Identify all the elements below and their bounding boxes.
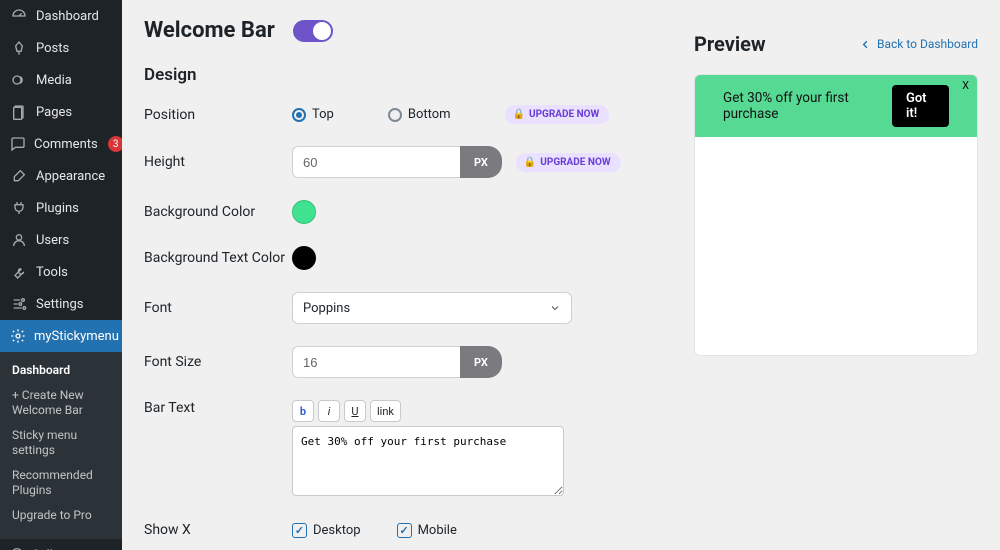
- pin-icon: [10, 39, 28, 57]
- sidebar-item-label: Users: [36, 233, 69, 248]
- height-unit: PX: [460, 146, 502, 178]
- main-content: Welcome Bar Design Position Top Bottom 🔒…: [122, 0, 1000, 550]
- showx-label: Show X: [144, 522, 292, 538]
- sidebar-item-label: Plugins: [36, 201, 79, 216]
- bg-color-swatch[interactable]: [292, 200, 316, 224]
- bar-text-label: Bar Text: [144, 400, 292, 416]
- sidebar-item-label: Tools: [36, 265, 68, 280]
- plug-icon: [10, 199, 28, 217]
- wrench-icon: [10, 263, 28, 281]
- sidebar-item-label: Appearance: [36, 169, 105, 184]
- bold-button[interactable]: b: [292, 400, 314, 422]
- chevron-left-icon: [860, 39, 871, 50]
- sidebar-item-dashboard[interactable]: Dashboard: [0, 0, 122, 32]
- preview-cta-button[interactable]: Got it!: [892, 85, 949, 127]
- upgrade-pill-height[interactable]: 🔒UPGRADE NOW: [516, 153, 621, 172]
- comments-count-badge: 3: [108, 136, 122, 152]
- font-size-unit: PX: [460, 346, 502, 378]
- bar-text-input[interactable]: [292, 426, 564, 496]
- gear-icon: [10, 327, 26, 345]
- font-select[interactable]: Poppins: [292, 292, 572, 324]
- back-to-dashboard-link[interactable]: Back to Dashboard: [860, 37, 978, 51]
- italic-button[interactable]: i: [318, 400, 340, 422]
- sidebar-item-comments[interactable]: Comments 3: [0, 128, 122, 160]
- sidebar-item-plugins[interactable]: Plugins: [0, 192, 122, 224]
- welcome-bar-toggle[interactable]: [293, 20, 333, 42]
- submenu-recommended[interactable]: Recommended Plugins: [0, 463, 122, 503]
- sidebar-item-label: myStickymenu: [34, 329, 119, 344]
- underline-button[interactable]: U: [344, 400, 366, 422]
- submenu-create-new[interactable]: + Create New Welcome Bar: [0, 383, 122, 423]
- font-size-label: Font Size: [144, 354, 292, 370]
- sidebar-item-appearance[interactable]: Appearance: [0, 160, 122, 192]
- sidebar-item-label: Dashboard: [36, 9, 99, 24]
- sidebar-item-mystickymenu[interactable]: myStickymenu: [0, 320, 122, 352]
- sidebar-item-posts[interactable]: Posts: [0, 32, 122, 64]
- bg-text-color-label: Background Text Color: [144, 250, 292, 266]
- height-label: Height: [144, 154, 292, 170]
- preview-close-button[interactable]: X: [962, 79, 969, 92]
- preview-frame: Get 30% off your first purchase Got it! …: [694, 74, 978, 356]
- preview-bar-text: Get 30% off your first purchase: [723, 90, 876, 122]
- sidebar-item-label: Comments: [34, 137, 98, 152]
- upgrade-pill-position[interactable]: 🔒UPGRADE NOW: [505, 105, 610, 124]
- position-bottom-radio[interactable]: Bottom: [388, 107, 451, 122]
- submenu-dashboard[interactable]: Dashboard: [0, 358, 122, 383]
- preview-title: Preview: [694, 32, 766, 56]
- submenu-upgrade[interactable]: Upgrade to Pro: [0, 503, 122, 528]
- sidebar-item-label: Pages: [36, 105, 72, 120]
- height-input[interactable]: [292, 146, 460, 178]
- sidebar-submenu: Dashboard + Create New Welcome Bar Stick…: [0, 352, 122, 538]
- page-title: Welcome Bar: [144, 18, 275, 43]
- gauge-icon: [10, 7, 28, 25]
- bg-color-label: Background Color: [144, 204, 292, 220]
- font-select-value: Poppins: [303, 301, 350, 316]
- lock-icon: 🔒: [513, 109, 525, 120]
- position-top-radio[interactable]: Top: [292, 107, 334, 122]
- sidebar-item-label: Media: [36, 73, 72, 88]
- sidebar-item-pages[interactable]: Pages: [0, 96, 122, 128]
- collapse-menu-button[interactable]: Collapse menu: [0, 538, 122, 550]
- sidebar-item-tools[interactable]: Tools: [0, 256, 122, 288]
- bg-text-color-swatch[interactable]: [292, 246, 316, 270]
- showx-mobile-checkbox[interactable]: ✓Mobile: [397, 523, 457, 538]
- font-size-input[interactable]: [292, 346, 460, 378]
- font-label: Font: [144, 300, 292, 316]
- sidebar-item-label: Posts: [36, 41, 69, 56]
- sliders-icon: [10, 295, 28, 313]
- page-icon: [10, 103, 28, 121]
- position-label: Position: [144, 107, 292, 123]
- showx-desktop-checkbox[interactable]: ✓Desktop: [292, 523, 361, 538]
- admin-sidebar: Dashboard Posts Media Pages Comments 3 A…: [0, 0, 122, 550]
- welcome-bar-preview: Get 30% off your first purchase Got it! …: [695, 75, 977, 137]
- sidebar-item-label: Settings: [36, 297, 83, 312]
- lock-icon: 🔒: [524, 157, 536, 168]
- sidebar-item-users[interactable]: Users: [0, 224, 122, 256]
- brush-icon: [10, 167, 28, 185]
- submenu-sticky-settings[interactable]: Sticky menu settings: [0, 423, 122, 463]
- design-section-title: Design: [144, 65, 676, 85]
- link-button[interactable]: link: [370, 400, 401, 422]
- sidebar-item-settings[interactable]: Settings: [0, 288, 122, 320]
- media-icon: [10, 71, 28, 89]
- comment-icon: [10, 135, 26, 153]
- sidebar-item-media[interactable]: Media: [0, 64, 122, 96]
- user-icon: [10, 231, 28, 249]
- chevron-down-icon: [549, 302, 561, 314]
